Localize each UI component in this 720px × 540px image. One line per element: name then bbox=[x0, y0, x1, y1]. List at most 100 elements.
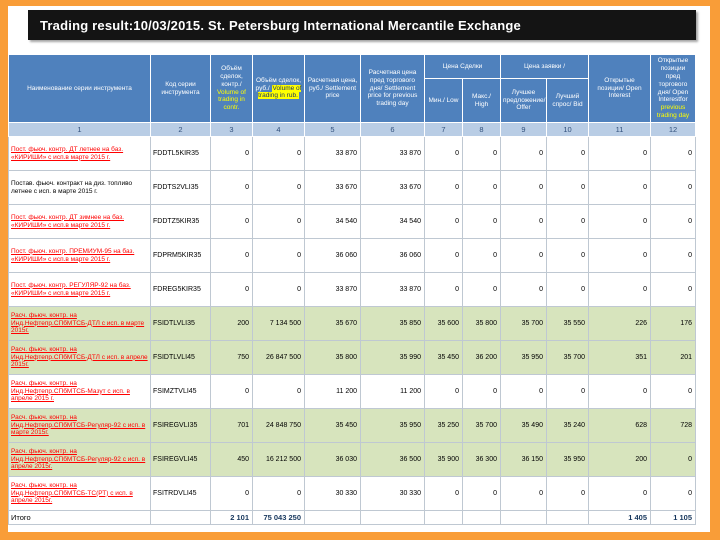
total-cell bbox=[424, 510, 463, 525]
header-volume-contracts-ru: Объём сделок, контр./ bbox=[220, 65, 243, 88]
value-cell: 351 bbox=[588, 340, 651, 375]
trading-results-table: Наименование серии инструмента Код серии… bbox=[8, 54, 696, 525]
value-cell: 0 bbox=[252, 374, 305, 409]
instrument-code: FDREG5KIR35 bbox=[150, 272, 211, 307]
value-cell: 0 bbox=[500, 204, 547, 239]
value-cell: 0 bbox=[210, 136, 253, 171]
value-cell: 0 bbox=[210, 374, 253, 409]
value-cell: 36 060 bbox=[360, 238, 425, 273]
table-footer: Итого 2 101 75 043 250 1 405 1 105 bbox=[8, 510, 696, 525]
value-cell: 36 060 bbox=[304, 238, 361, 273]
header-instrument-code: Код серии инструмента bbox=[150, 54, 211, 123]
value-cell: 200 bbox=[588, 442, 651, 477]
instrument-name-cell: Расч. фьюч. контр. на Инд.Нефтепр.СПбМТС… bbox=[8, 340, 151, 375]
value-cell: 0 bbox=[252, 476, 305, 511]
value-cell: 24 848 750 bbox=[252, 408, 305, 443]
table-header: Наименование серии инструмента Код серии… bbox=[8, 54, 696, 137]
value-cell: 30 330 bbox=[360, 476, 425, 511]
value-cell: 0 bbox=[500, 272, 547, 307]
value-cell: 35 450 bbox=[424, 340, 463, 375]
instrument-link[interactable]: Расч. фьюч. контр. на Инд.Нефтепр.СПбМТС… bbox=[11, 482, 133, 504]
table-row: Пост. фьюч. контр. ДТ летнее на баз. «КИ… bbox=[8, 136, 696, 171]
value-cell: 0 bbox=[588, 374, 651, 409]
value-cell: 16 212 500 bbox=[252, 442, 305, 477]
instrument-link[interactable]: Расч. фьюч. контр. на Инд.Нефтепр.СПбМТС… bbox=[11, 414, 145, 436]
instrument-name-cell: Пост. фьюч. контр. ДТ летнее на баз. «КИ… bbox=[8, 136, 151, 171]
header-settlement-price: Расчетная цена, руб./ Settlement price bbox=[304, 54, 361, 123]
value-cell: 0 bbox=[500, 476, 547, 511]
value-cell: 35 450 bbox=[304, 408, 361, 443]
value-cell: 0 bbox=[462, 272, 501, 307]
value-cell: 35 670 bbox=[304, 306, 361, 341]
column-number: 12 bbox=[650, 122, 696, 137]
value-cell: 36 300 bbox=[462, 442, 501, 477]
value-cell: 35 950 bbox=[546, 442, 589, 477]
instrument-link[interactable]: Пост. фьюч. контр. ПРЕМИУМ-95 на баз. «К… bbox=[11, 248, 134, 263]
header-volume-contracts: Объём сделок, контр./ Volume of trading … bbox=[210, 54, 253, 123]
instrument-name-cell: Расч. фьюч. контр. на Инд.Нефтепр.СПбМТС… bbox=[8, 408, 151, 443]
value-cell: 34 540 bbox=[304, 204, 361, 239]
value-cell: 30 330 bbox=[304, 476, 361, 511]
table-row: Расч. фьюч. контр. на Инд.Нефтепр.СПбМТС… bbox=[8, 442, 696, 477]
instrument-code: FSIDTLVLI45 bbox=[150, 340, 211, 375]
value-cell: 0 bbox=[650, 442, 696, 477]
value-cell: 0 bbox=[500, 238, 547, 273]
header-instrument-name: Наименование серии инструмента bbox=[8, 54, 151, 123]
value-cell: 0 bbox=[462, 136, 501, 171]
column-number: 4 bbox=[252, 122, 305, 137]
value-cell: 0 bbox=[588, 204, 651, 239]
instrument-code: FDDTL5KIR35 bbox=[150, 136, 211, 171]
column-number: 9 bbox=[500, 122, 547, 137]
value-cell: 728 bbox=[650, 408, 696, 443]
value-cell: 35 550 bbox=[546, 306, 589, 341]
instrument-code: FDPRM5KIR35 bbox=[150, 238, 211, 273]
value-cell: 0 bbox=[424, 170, 463, 205]
value-cell: 11 200 bbox=[304, 374, 361, 409]
slide: Trading result:10/03/2015. St. Petersbur… bbox=[8, 6, 710, 532]
value-cell: 36 200 bbox=[462, 340, 501, 375]
table-row: Расч. фьюч. контр. на Инд.Нефтепр.СПбМТС… bbox=[8, 408, 696, 443]
value-cell: 35 950 bbox=[360, 408, 425, 443]
header-min-low: Мин./ Low bbox=[424, 78, 463, 123]
total-cell bbox=[500, 510, 547, 525]
value-cell: 35 700 bbox=[500, 306, 547, 341]
value-cell: 0 bbox=[546, 476, 589, 511]
instrument-link[interactable]: Пост. фьюч. контр. ДТ летнее на баз. «КИ… bbox=[11, 146, 123, 161]
instrument-name-cell: Постав. фьюч. контракт на диз. топливо л… bbox=[8, 170, 151, 205]
value-cell: 33 670 bbox=[360, 170, 425, 205]
column-number: 8 bbox=[462, 122, 501, 137]
instrument-code: FDDTS2VLI35 bbox=[150, 170, 211, 205]
column-number: 5 bbox=[304, 122, 361, 137]
value-cell: 35 700 bbox=[462, 408, 501, 443]
value-cell: 201 bbox=[650, 340, 696, 375]
instrument-link[interactable]: Расч. фьюч. контр. на Инд.Нефтепр.СПбМТС… bbox=[11, 448, 145, 470]
column-number: 7 bbox=[424, 122, 463, 137]
header-volume-contracts-en: Volume of trading in contr. bbox=[217, 88, 246, 112]
instrument-link[interactable]: Расч. фьюч. контр. на Инд.Нефтепр.СПбМТС… bbox=[11, 380, 130, 402]
instrument-code: FSIREGVLI35 bbox=[150, 408, 211, 443]
header-open-interest-prev: Открытые позиции пред торгового дня/ Ope… bbox=[650, 54, 696, 123]
value-cell: 450 bbox=[210, 442, 253, 477]
total-label: Итого bbox=[8, 510, 151, 525]
value-cell: 34 540 bbox=[360, 204, 425, 239]
instrument-link[interactable]: Расч. фьюч. контр. на Инд.Нефтепр.СПбМТС… bbox=[11, 312, 144, 334]
value-cell: 0 bbox=[500, 136, 547, 171]
value-cell: 0 bbox=[588, 170, 651, 205]
value-cell: 0 bbox=[252, 238, 305, 273]
value-cell: 0 bbox=[650, 170, 696, 205]
value-cell: 628 bbox=[588, 408, 651, 443]
value-cell: 35 950 bbox=[500, 340, 547, 375]
column-number: 1 bbox=[8, 122, 151, 137]
instrument-link[interactable]: Расч. фьюч. контр. на Инд.Нефтепр.СПбМТС… bbox=[11, 346, 148, 368]
value-cell: 0 bbox=[588, 136, 651, 171]
instrument-name-cell: Пост. фьюч. контр. ДТ зимнее на баз. «КИ… bbox=[8, 204, 151, 239]
value-cell: 0 bbox=[424, 476, 463, 511]
value-cell: 226 bbox=[588, 306, 651, 341]
value-cell: 0 bbox=[210, 272, 253, 307]
instrument-link[interactable]: Пост. фьюч. контр. ДТ зимнее на баз. «КИ… bbox=[11, 214, 124, 229]
total-open-interest-prev: 1 105 bbox=[650, 510, 696, 525]
instrument-link[interactable]: Пост. фьюч. контр. РЕГУЛЯР-92 на баз. «К… bbox=[11, 282, 131, 297]
value-cell: 0 bbox=[462, 238, 501, 273]
total-cell bbox=[546, 510, 589, 525]
value-cell: 11 200 bbox=[360, 374, 425, 409]
